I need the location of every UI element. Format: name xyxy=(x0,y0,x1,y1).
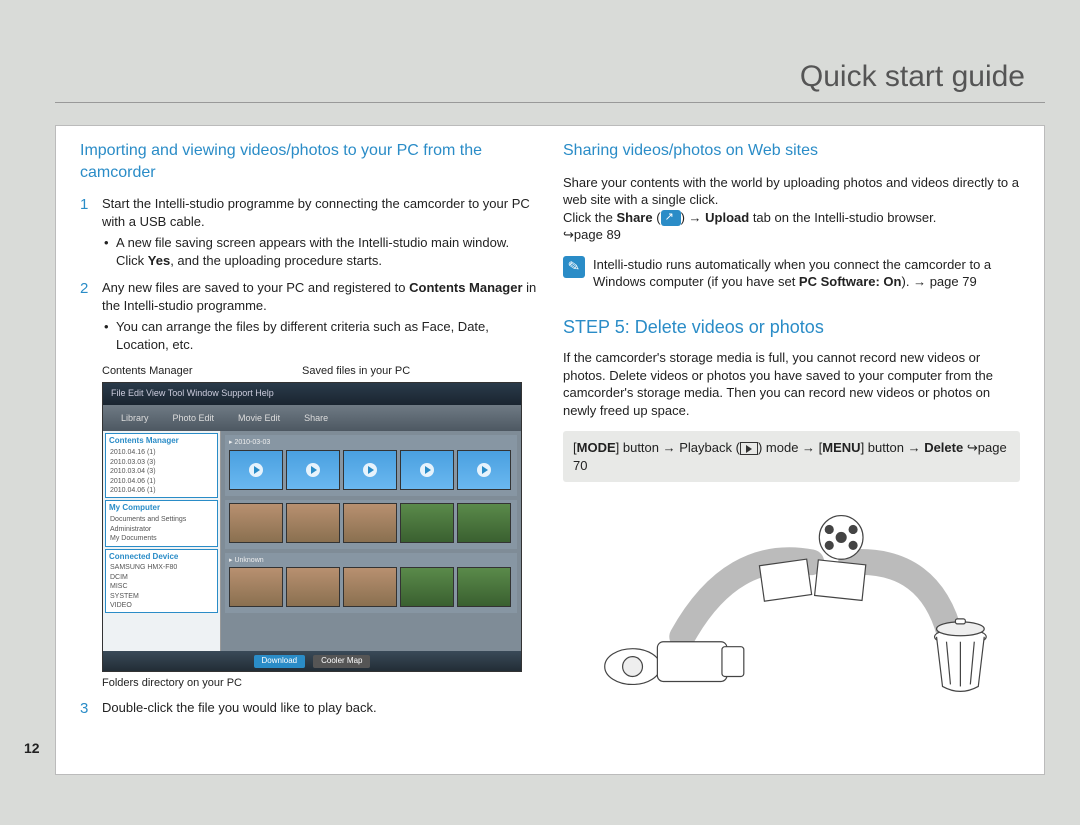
step-1: 1 Start the Intelli-studio programme by … xyxy=(80,195,537,269)
step-number: 3 xyxy=(80,699,102,719)
step-number: 1 xyxy=(80,195,102,269)
step-number: 2 xyxy=(80,279,102,353)
photo-thumbnail xyxy=(400,567,454,607)
sharing-instruction: Click the Share () → Upload tab on the I… xyxy=(563,209,1020,244)
step-text: Double-click the file you would like to … xyxy=(102,700,377,715)
tab-library: Library xyxy=(121,412,149,424)
mode-instruction-box: [MODE] button → Playback () mode → [MENU… xyxy=(563,431,1020,482)
right-column: Sharing videos/photos on Web sites Share… xyxy=(563,140,1020,764)
tab-movie-edit: Movie Edit xyxy=(238,412,280,424)
step-list: 1 Start the Intelli-studio programme by … xyxy=(80,195,537,353)
step-text: Any new files are saved to your PC and r… xyxy=(102,280,536,313)
note-block: Intelli-studio runs automatically when y… xyxy=(563,256,1020,291)
app-main: ▸ 2010-03-03 xyxy=(221,431,521,651)
sharing-paragraph: Share your contents with the world by up… xyxy=(563,174,1020,209)
playback-icon xyxy=(740,442,758,455)
photo-thumbnail xyxy=(400,503,454,543)
sidebar-contents-manager: Contents Manager 2010.04.16 (1) 2010.03.… xyxy=(105,433,218,498)
video-thumbnail xyxy=(400,450,454,490)
photo-thumbnail xyxy=(286,567,340,607)
step-bullet: You can arrange the files by different c… xyxy=(102,318,537,353)
photo-thumbnail xyxy=(229,503,283,543)
step-bullet: A new file saving screen appears with th… xyxy=(102,234,537,269)
step-list-cont: 3 Double-click the file you would like t… xyxy=(80,699,537,719)
photo-thumbnail xyxy=(457,503,511,543)
video-thumbnail xyxy=(343,450,397,490)
download-button: Download xyxy=(254,655,306,668)
page-number: 12 xyxy=(24,740,40,756)
app-toolbar: Library Photo Edit Movie Edit Share xyxy=(103,405,521,431)
tab-share: Share xyxy=(304,412,328,424)
step5-paragraph: If the camcorder's storage media is full… xyxy=(563,349,1020,419)
sidebar-connected-device: Connected Device SAMSUNG HMX-F80 DCIM MI… xyxy=(105,549,218,614)
photo-thumbnail xyxy=(343,567,397,607)
left-section-heading: Importing and viewing videos/photos to y… xyxy=(80,140,537,183)
video-thumbnail xyxy=(457,450,511,490)
step-3: 3 Double-click the file you would like t… xyxy=(80,699,537,719)
note-text: Intelli-studio runs automatically when y… xyxy=(593,256,1020,291)
video-thumbnail xyxy=(229,450,283,490)
page-title: Quick start guide xyxy=(55,60,1045,103)
step5-heading: STEP 5: Delete videos or photos xyxy=(563,315,1020,339)
step-2: 2 Any new files are saved to your PC and… xyxy=(80,279,537,353)
manual-page: Quick start guide 12 Importing and viewi… xyxy=(0,0,1080,825)
delete-illustration xyxy=(563,507,1020,697)
app-titlebar: File Edit View Tool Window Support Help xyxy=(103,383,521,405)
photo-thumbnail xyxy=(229,567,283,607)
caption-saved-files: Saved files in your PC xyxy=(302,364,410,379)
app-statusbar: Download Cooler Map xyxy=(103,651,521,671)
intelli-studio-screenshot: File Edit View Tool Window Support Help … xyxy=(102,382,522,672)
photo-thumbnail xyxy=(457,567,511,607)
content-box: 1 2 Importing and viewing videos/photos t… xyxy=(55,125,1045,775)
video-thumbnail xyxy=(286,450,340,490)
coolermap-button: Cooler Map xyxy=(313,655,370,668)
left-column: Importing and viewing videos/photos to y… xyxy=(80,140,537,764)
caption-folders: Folders directory on your PC xyxy=(102,676,537,691)
sidebar-my-computer: My Computer Documents and Settings Admin… xyxy=(105,500,218,546)
photo-thumbnail xyxy=(343,503,397,543)
sharing-heading: Sharing videos/photos on Web sites xyxy=(563,140,1020,162)
step-text: Start the Intelli-studio programme by co… xyxy=(102,196,530,229)
tab-photo-edit: Photo Edit xyxy=(173,412,215,424)
caption-row-top: Contents Manager Saved files in your PC xyxy=(102,364,537,379)
caption-contents-manager: Contents Manager xyxy=(102,364,302,379)
photo-thumbnail xyxy=(286,503,340,543)
note-icon xyxy=(563,256,585,278)
share-icon xyxy=(661,210,681,226)
app-sidebar: Contents Manager 2010.04.16 (1) 2010.03.… xyxy=(103,431,221,651)
